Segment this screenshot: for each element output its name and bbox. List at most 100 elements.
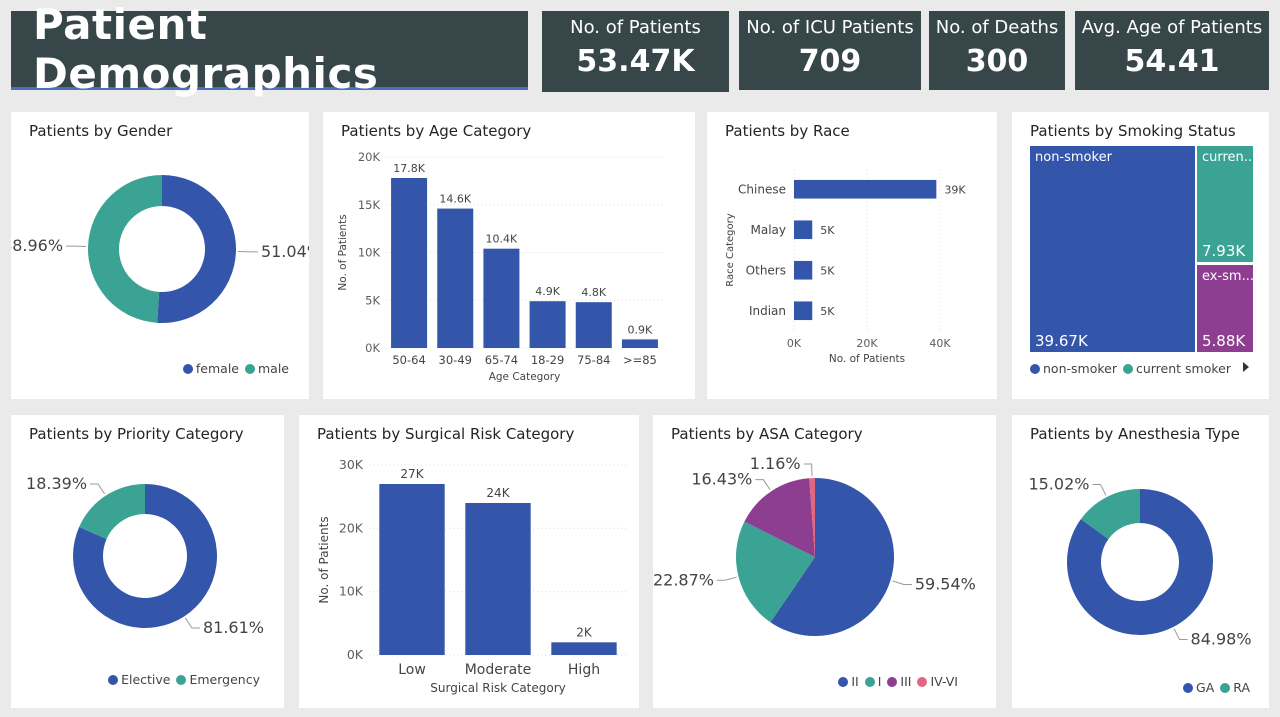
- bar-65-74: [483, 248, 520, 348]
- legend-swatch-elective: [108, 674, 119, 685]
- leader-line: [1173, 628, 1188, 640]
- x-axis-title: No. of Patients: [829, 353, 905, 365]
- gender-chart-card[interactable]: Patients by Gender 51.04%48.96% female m…: [11, 112, 309, 399]
- age-chart-card[interactable]: Patients by Age Category 0K 5K 10K 15K 20K 17…: [323, 112, 695, 399]
- x-tick-label: 18-29: [531, 353, 564, 367]
- treemap-tile-value: 5.88K: [1202, 332, 1246, 350]
- chart-legend[interactable]: female male: [177, 361, 289, 376]
- age-bar-chart[interactable]: 0K 5K 10K 15K 20K 17.8K 50-64 14.6K 30-49 10.4K 65…: [323, 112, 695, 399]
- data-label: 0.9K: [628, 323, 653, 336]
- data-label: 4.8K: [581, 286, 606, 299]
- treemap-tile-current-smoker[interactable]: curren... 7.93K: [1197, 146, 1253, 262]
- slice-label-ii: 59.54%: [915, 574, 976, 593]
- legend-swatch-i: [864, 676, 875, 687]
- page-title: Patient Demographics: [33, 0, 379, 98]
- legend-label-ra[interactable]: RA: [1233, 680, 1250, 695]
- legend-label-female[interactable]: female: [196, 361, 239, 376]
- y-axis-title: No. of Patients: [317, 516, 331, 603]
- anesthesia-chart-card[interactable]: Patients by Anesthesia Type 84.98% 15.02%…: [1012, 415, 1269, 708]
- leader-line: [755, 479, 771, 490]
- legend-label-male[interactable]: male: [258, 361, 289, 376]
- legend-label-non-smoker[interactable]: non-smoker: [1043, 361, 1117, 376]
- data-label: 17.8K: [393, 162, 425, 175]
- leader-line: [184, 617, 200, 629]
- kpi-card-icu-patients: No. of ICU Patients 709: [739, 11, 921, 90]
- bar-malay: [794, 220, 813, 240]
- legend-label-i[interactable]: I: [878, 674, 882, 689]
- bar-chinese: [794, 179, 937, 199]
- bar-85: [621, 339, 658, 348]
- bar-others: [794, 260, 813, 280]
- chart-legend[interactable]: Elective Emergency: [102, 672, 260, 687]
- legend-label-iv-vi[interactable]: IV-VI: [930, 674, 958, 689]
- chart-legend[interactable]: GA RA: [1177, 680, 1250, 695]
- kpi-value: 53.47K: [576, 44, 695, 79]
- slice-female: [157, 175, 236, 323]
- legend-label-elective[interactable]: Elective: [121, 672, 170, 687]
- slice-label-male: 48.96%: [11, 236, 63, 255]
- bar-50-64: [391, 178, 428, 348]
- treemap-tile-ex-smoker[interactable]: ex-sm... 5.88K: [1197, 265, 1253, 352]
- asa-pie-chart[interactable]: 59.54% 22.87% 16.43%1.16%: [653, 415, 996, 708]
- race-chart-card[interactable]: Patients by Race 0K 20K 40K 39K Chinese 5K Mal…: [707, 112, 997, 399]
- chart-title: Patients by Smoking Status: [1030, 122, 1236, 140]
- legend-swatch-male: [245, 363, 255, 374]
- slice-male: [88, 175, 162, 323]
- smoking-chart-card[interactable]: Patients by Smoking Status non-smoker 39…: [1012, 112, 1269, 399]
- bar-high: [551, 642, 617, 655]
- y-tick-label: 10K: [358, 246, 381, 260]
- legend-label-current-smoker[interactable]: current smoker: [1136, 361, 1231, 376]
- data-label: 5K: [820, 264, 835, 277]
- slice-label-iv-vi: 1.16%: [750, 454, 801, 473]
- legend-swatch-current-smoker: [1122, 363, 1133, 374]
- asa-chart-card[interactable]: Patients by ASA Category 59.54% 22.87% 16.…: [653, 415, 996, 708]
- gender-donut-chart[interactable]: 51.04% 48.96%: [11, 112, 309, 399]
- chart-legend[interactable]: non-smoker current smoker: [1024, 361, 1231, 376]
- legend-label-iii[interactable]: III: [900, 674, 911, 689]
- priority-chart-card[interactable]: Patients by Priority Category 81.61% 18.3…: [11, 415, 284, 708]
- slice-label-iii: 16.43%: [691, 470, 752, 489]
- data-label: 5K: [820, 224, 835, 237]
- y-tick-label: 0K: [347, 647, 364, 662]
- y-axis-title: Race Category: [725, 213, 736, 286]
- legend-label-ga[interactable]: GA: [1196, 680, 1214, 695]
- leader-line: [716, 576, 737, 581]
- x-tick-label: Low: [398, 662, 426, 678]
- data-label: 24K: [486, 486, 510, 500]
- treemap-tile-label: ex-sm...: [1202, 269, 1253, 284]
- legend-swatch-ga: [1183, 682, 1194, 693]
- slice-label-ga: 84.98%: [1191, 629, 1252, 648]
- bar-moderate: [465, 503, 531, 655]
- priority-donut-chart[interactable]: 81.61% 18.39%: [11, 415, 284, 708]
- legend-label-emergency[interactable]: Emergency: [189, 672, 260, 687]
- surgical-chart-card[interactable]: Patients by Surgical Risk Category 0K 10K…: [299, 415, 639, 708]
- bar-indian: [794, 301, 813, 321]
- data-label: 2K: [576, 625, 593, 639]
- x-axis-title: Age Category: [489, 371, 561, 383]
- bar-30-49: [437, 208, 474, 348]
- kpi-value: 300: [965, 44, 1029, 79]
- data-label: 39K: [944, 183, 966, 196]
- legend-next-arrow-icon[interactable]: [1243, 362, 1249, 372]
- surgical-risk-bar-chart[interactable]: 0K 10K 20K 30K 27K Low 24K Moderate 2K HighSurgic…: [299, 415, 639, 708]
- slice-label-ra: 15.02%: [1028, 475, 1089, 494]
- race-bar-chart[interactable]: 0K 20K 40K 39K Chinese 5K Malay 5K Others 5K India…: [707, 112, 997, 399]
- y-tick-label: Chinese: [738, 182, 786, 196]
- legend-label-ii[interactable]: II: [851, 674, 858, 689]
- anesthesia-donut-chart[interactable]: 84.98% 15.02%: [1012, 415, 1269, 708]
- y-tick-label: 10K: [339, 584, 364, 599]
- data-label: 27K: [400, 467, 424, 481]
- treemap-tile-non-smoker[interactable]: non-smoker 39.67K: [1030, 146, 1195, 352]
- x-tick-label: 65-74: [485, 353, 518, 367]
- legend-swatch-iv-vi: [917, 676, 928, 687]
- kpi-label: No. of ICU Patients: [746, 17, 914, 38]
- slice-label-elective: 81.61%: [203, 618, 264, 637]
- y-tick-label: 20K: [358, 150, 381, 164]
- legend-swatch-ra: [1220, 682, 1231, 693]
- data-label: 4.9K: [535, 285, 560, 298]
- x-axis-title: Surgical Risk Category: [430, 681, 566, 695]
- chart-legend[interactable]: II I III IV-VI: [832, 674, 958, 689]
- slice-label-i: 22.87%: [653, 570, 714, 589]
- leader-line: [803, 463, 813, 477]
- x-tick-label: >=85: [623, 353, 657, 367]
